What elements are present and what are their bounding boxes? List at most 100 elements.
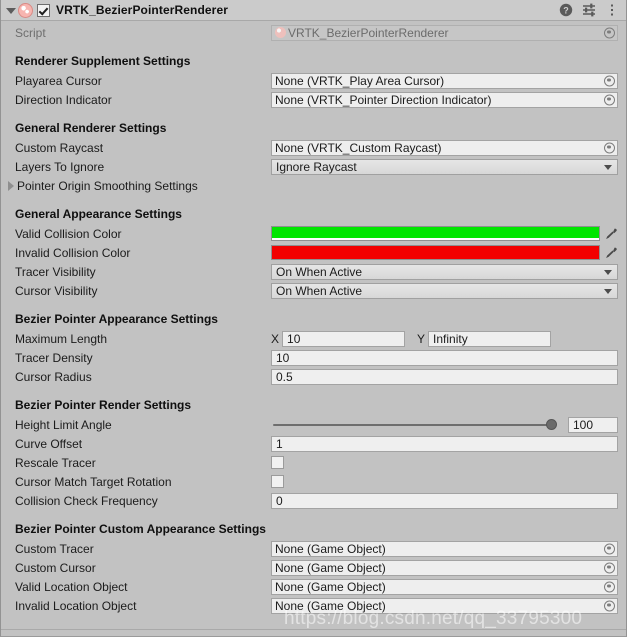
field-wrap xyxy=(271,226,626,242)
foldout-label: Pointer Origin Smoothing Settings xyxy=(17,178,198,193)
section-header-bezier-custom-appearance: Bezier Pointer Custom Appearance Setting… xyxy=(15,522,266,536)
object-picker-icon[interactable] xyxy=(604,581,615,592)
invalid-location-object-field[interactable]: None (Game Object) xyxy=(271,597,618,614)
row-label: Tracer Visibility xyxy=(15,264,96,279)
row-tracer-visibility: Tracer Visibility On When Active xyxy=(1,262,626,281)
custom-tracer-object-field[interactable]: None (Game Object) xyxy=(271,540,618,557)
row-label: Cursor Radius xyxy=(15,369,92,384)
foldout-pointer-origin-smoothing[interactable]: Pointer Origin Smoothing Settings xyxy=(1,176,626,195)
row-label: Rescale Tracer xyxy=(15,455,96,470)
field-wrap: X 10 Y Infinity xyxy=(271,330,626,347)
color-main xyxy=(272,246,599,257)
object-picker-icon[interactable] xyxy=(604,562,615,573)
cursor-radius-input[interactable]: 0.5 xyxy=(271,368,618,385)
script-object-field[interactable]: VRTK_BezierPointerRenderer xyxy=(271,24,618,41)
color-alpha-bar xyxy=(272,257,599,259)
chevron-down-icon xyxy=(604,288,612,294)
triangle-down-icon[interactable] xyxy=(4,4,17,17)
row-label: Playarea Cursor xyxy=(15,73,102,88)
field-wrap: None (Game Object) xyxy=(271,559,626,576)
slider-track xyxy=(273,423,554,426)
svg-text:?: ? xyxy=(563,6,569,16)
field-wrap: On When Active xyxy=(271,282,626,299)
row-valid-collision-color: Valid Collision Color xyxy=(1,224,626,243)
row-label: Valid Location Object xyxy=(15,579,128,594)
height-limit-angle-slider[interactable] xyxy=(271,417,562,433)
cursor-visibility-dropdown[interactable]: On When Active xyxy=(271,282,618,299)
row-label: Invalid Location Object xyxy=(15,598,137,613)
object-value: None (VRTK_Play Area Cursor) xyxy=(275,73,445,88)
row-label: Custom Tracer xyxy=(15,541,94,556)
object-picker-icon[interactable] xyxy=(604,75,615,86)
object-picker-icon[interactable] xyxy=(604,600,615,611)
component-enabled-checkbox[interactable] xyxy=(37,3,50,17)
row-invalid-location-object: Invalid Location Object None (Game Objec… xyxy=(1,596,626,615)
row-label: Valid Collision Color xyxy=(15,226,122,241)
row-label: Layers To Ignore xyxy=(15,159,105,174)
maximum-length-y-input[interactable]: Infinity xyxy=(428,330,552,347)
custom-raycast-object-field[interactable]: None (VRTK_Custom Raycast) xyxy=(271,139,618,156)
field-wrap: None (Game Object) xyxy=(271,597,626,614)
kebab-menu-icon[interactable] xyxy=(604,2,620,18)
object-picker-icon[interactable] xyxy=(604,94,615,105)
tracer-density-input[interactable]: 10 xyxy=(271,349,618,366)
row-label: Custom Cursor xyxy=(15,560,96,575)
row-cursor-match-target-rotation: Cursor Match Target Rotation xyxy=(1,472,626,491)
eyedropper-icon[interactable] xyxy=(602,245,620,261)
field-wrap xyxy=(271,475,626,488)
layers-to-ignore-dropdown[interactable]: Ignore Raycast xyxy=(271,158,618,175)
dropdown-value: Ignore Raycast xyxy=(276,159,357,174)
playarea-cursor-object-field[interactable]: None (VRTK_Play Area Cursor) xyxy=(271,72,618,89)
field-wrap xyxy=(271,245,626,261)
valid-collision-color-swatch[interactable] xyxy=(271,226,600,241)
field-wrap: 0.5 xyxy=(271,368,626,385)
row-curve-offset: Curve Offset 1 xyxy=(1,434,626,453)
script-label: Script xyxy=(15,25,46,40)
invalid-collision-color-swatch[interactable] xyxy=(271,245,600,260)
cursor-match-target-rotation-checkbox[interactable] xyxy=(271,475,284,488)
row-cursor-visibility: Cursor Visibility On When Active xyxy=(1,281,626,300)
preset-sliders-icon[interactable] xyxy=(581,2,597,18)
row-custom-tracer: Custom Tracer None (Game Object) xyxy=(1,539,626,558)
panel-bottom-strip xyxy=(1,629,626,636)
row-label: Height Limit Angle xyxy=(15,417,112,432)
valid-location-object-field[interactable]: None (Game Object) xyxy=(271,578,618,595)
row-cursor-radius: Cursor Radius 0.5 xyxy=(1,367,626,386)
component-header[interactable]: VRTK_BezierPointerRenderer ? xyxy=(1,0,626,21)
color-main xyxy=(272,227,599,238)
height-limit-angle-input[interactable]: 100 xyxy=(568,416,618,433)
row-label: Custom Raycast xyxy=(15,140,104,155)
component-title: VRTK_BezierPointerRenderer xyxy=(56,3,228,17)
help-icon[interactable]: ? xyxy=(558,2,574,18)
object-picker-icon[interactable] xyxy=(604,543,615,554)
field-wrap: None (VRTK_Play Area Cursor) xyxy=(271,72,626,89)
row-label: Tracer Density xyxy=(15,350,93,365)
field-wrap: 1 xyxy=(271,435,626,452)
row-label: Invalid Collision Color xyxy=(15,245,131,260)
row-tracer-density: Tracer Density 10 xyxy=(1,348,626,367)
object-value: None (Game Object) xyxy=(275,560,386,575)
field-wrap: None (Game Object) xyxy=(271,578,626,595)
eyedropper-icon[interactable] xyxy=(602,226,620,242)
direction-indicator-object-field[interactable]: None (VRTK_Pointer Direction Indicator) xyxy=(271,91,618,108)
triangle-right-icon[interactable] xyxy=(4,179,17,192)
script-object-value: VRTK_BezierPointerRenderer xyxy=(288,25,449,40)
row-collision-check-frequency: Collision Check Frequency 0 xyxy=(1,491,626,510)
inspector-panel: VRTK_BezierPointerRenderer ? Script VRTK… xyxy=(0,0,627,637)
custom-cursor-object-field[interactable]: None (Game Object) xyxy=(271,559,618,576)
row-playarea-cursor: Playarea Cursor None (VRTK_Play Area Cur… xyxy=(1,71,626,90)
rescale-tracer-checkbox[interactable] xyxy=(271,456,284,469)
slider-handle[interactable] xyxy=(546,419,557,430)
chevron-down-icon xyxy=(604,164,612,170)
object-value: None (Game Object) xyxy=(275,541,386,556)
object-picker-icon[interactable] xyxy=(604,142,615,153)
tracer-visibility-dropdown[interactable]: On When Active xyxy=(271,263,618,280)
collision-check-frequency-input[interactable]: 0 xyxy=(271,492,618,509)
object-picker-icon[interactable] xyxy=(604,27,615,38)
field-wrap: None (Game Object) xyxy=(271,540,626,557)
maximum-length-x-input[interactable]: 10 xyxy=(282,330,406,347)
curve-offset-input[interactable]: 1 xyxy=(271,435,618,452)
